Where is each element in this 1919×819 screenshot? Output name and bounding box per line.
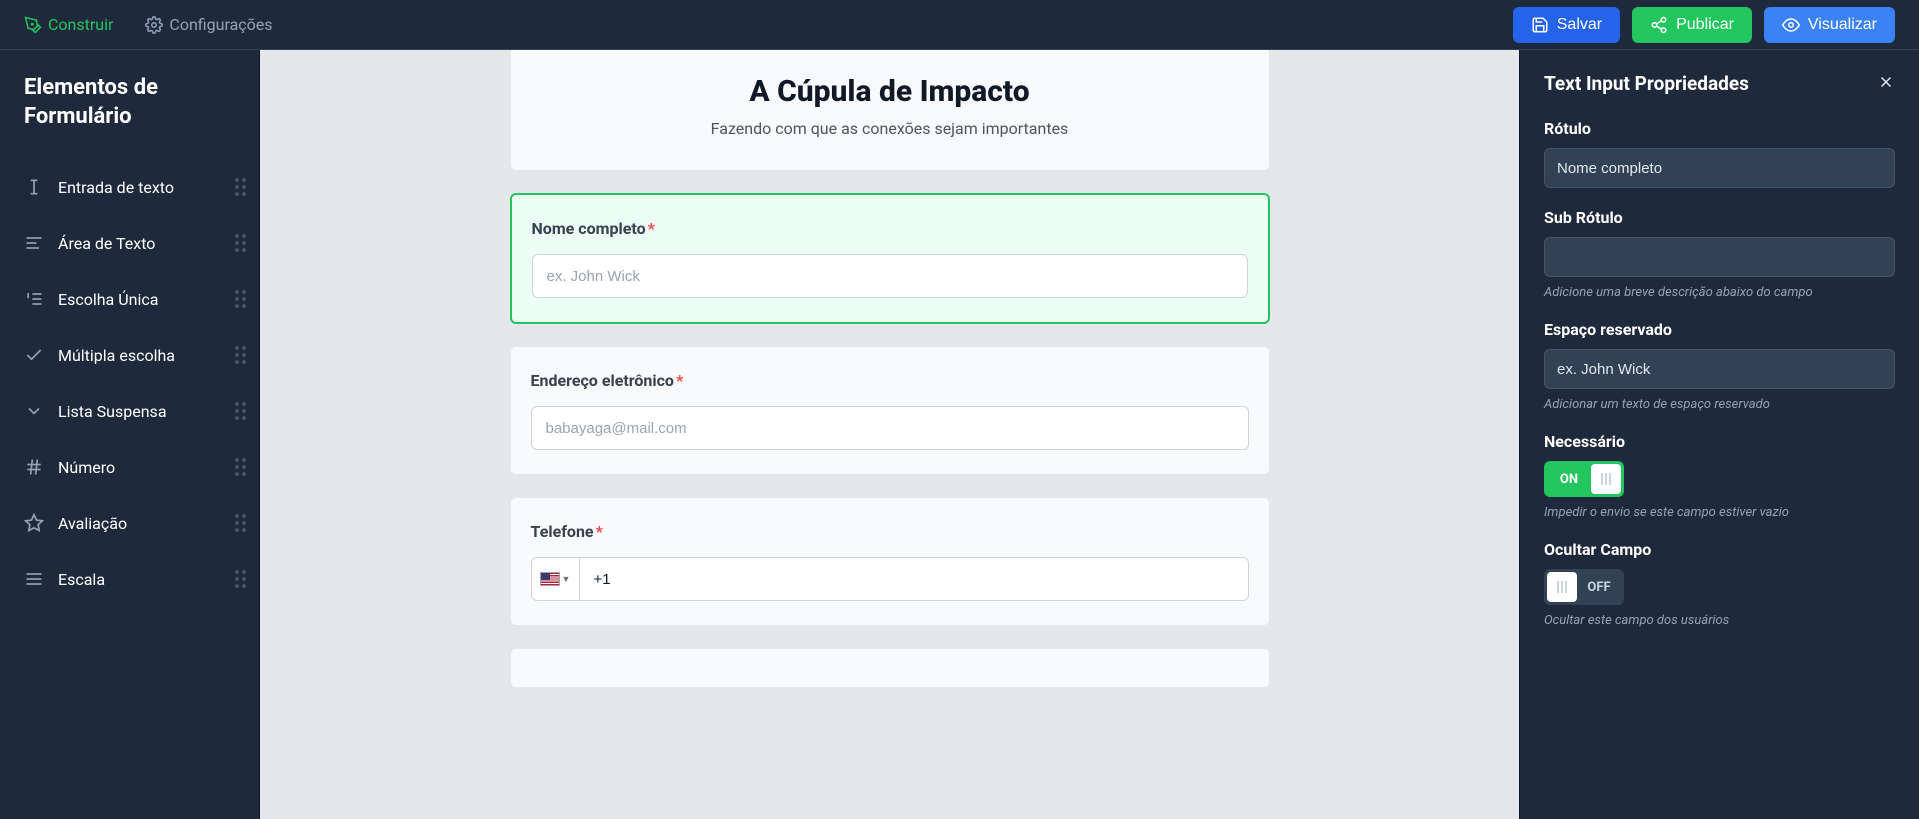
placeholder-hint: Adicionar um texto de espaço reservado	[1544, 397, 1895, 412]
name-input[interactable]	[532, 254, 1248, 298]
drag-handle-icon[interactable]	[235, 514, 249, 532]
sub-rotulo-hint: Adicione uma breve descrição abaixo do c…	[1544, 285, 1895, 300]
hide-hint: Ocultar este campo dos usuários	[1544, 613, 1895, 628]
sub-rotulo-input[interactable]	[1544, 237, 1895, 277]
phone-input[interactable]	[579, 557, 1249, 601]
topbar: Construir Configurações Salvar Publicar …	[0, 0, 1919, 50]
form-title: A Cúpula de Impacto	[531, 74, 1249, 109]
gear-icon	[145, 16, 163, 34]
required-hint: Impedir o envio se este campo estiver va…	[1544, 505, 1895, 520]
star-icon	[24, 513, 44, 533]
required-asterisk: *	[596, 522, 603, 541]
toggle-knob	[1591, 464, 1621, 494]
field-label-name: Nome completo*	[532, 219, 1248, 238]
element-single-choice[interactable]: Escolha Única	[24, 271, 259, 327]
drag-handle-icon[interactable]	[235, 402, 249, 420]
settings-tab-label: Configurações	[169, 15, 272, 34]
drag-handle-icon[interactable]	[235, 178, 249, 196]
field-card-email[interactable]: Endereço eletrônico*	[510, 346, 1270, 475]
drag-handle-icon[interactable]	[235, 234, 249, 252]
share-icon	[1650, 16, 1668, 34]
element-scale[interactable]: Escala	[24, 551, 259, 607]
close-icon	[1877, 73, 1895, 91]
element-number[interactable]: Número	[24, 439, 259, 495]
element-text-area[interactable]: Área de Texto	[24, 215, 259, 271]
pen-nib-icon	[24, 16, 42, 34]
required-asterisk: *	[676, 371, 683, 390]
field-label-text: Endereço eletrônico	[531, 371, 674, 390]
element-label: Área de Texto	[58, 234, 155, 253]
publish-button[interactable]: Publicar	[1632, 7, 1752, 43]
prop-label-sub-rotulo: Sub Rótulo	[1544, 208, 1895, 227]
drag-handle-icon[interactable]	[235, 290, 249, 308]
build-tab-label: Construir	[48, 15, 113, 34]
toggle-knob	[1547, 572, 1577, 602]
element-text-input[interactable]: Entrada de texto	[24, 159, 259, 215]
element-multiple-choice[interactable]: Múltipla escolha	[24, 327, 259, 383]
element-label: Escala	[58, 570, 105, 589]
placeholder-input[interactable]	[1544, 349, 1895, 389]
close-properties-button[interactable]	[1877, 73, 1895, 95]
eye-icon	[1782, 16, 1800, 34]
properties-title: Text Input Propriedades	[1544, 72, 1749, 95]
hash-icon	[24, 457, 44, 477]
chevron-down-icon	[24, 401, 44, 421]
field-card-phone[interactable]: Telefone* ▼	[510, 497, 1270, 626]
save-button[interactable]: Salvar	[1513, 7, 1620, 43]
list-ordered-icon	[24, 289, 44, 309]
email-input[interactable]	[531, 406, 1249, 450]
visualize-button[interactable]: Visualizar	[1764, 7, 1895, 43]
settings-tab[interactable]: Configurações	[145, 15, 272, 34]
save-icon	[1531, 16, 1549, 34]
drag-handle-icon[interactable]	[235, 570, 249, 588]
topbar-right: Salvar Publicar Visualizar	[1513, 7, 1895, 43]
chevron-down-icon: ▼	[562, 574, 571, 585]
phone-country-selector[interactable]: ▼	[531, 557, 579, 601]
drag-handle-icon[interactable]	[235, 458, 249, 476]
field-label-text: Telefone	[531, 522, 594, 541]
required-toggle[interactable]: ON	[1544, 461, 1624, 497]
align-left-icon	[24, 233, 44, 253]
prop-label-required: Necessário	[1544, 432, 1895, 451]
field-card-next[interactable]	[510, 648, 1270, 688]
prop-label-placeholder: Espaço reservado	[1544, 320, 1895, 339]
prop-label-rotulo: Rótulo	[1544, 119, 1895, 138]
toggle-on-label: ON	[1547, 472, 1591, 487]
menu-icon	[24, 569, 44, 589]
prop-label-hide: Ocultar Campo	[1544, 540, 1895, 559]
properties-panel: Text Input Propriedades Rótulo Sub Rótul…	[1519, 50, 1919, 819]
text-cursor-icon	[24, 177, 44, 197]
element-label: Avaliação	[58, 514, 127, 533]
flag-us-icon	[540, 572, 560, 586]
toggle-off-label: OFF	[1577, 580, 1621, 595]
left-panel: Elementos de Formulário Entrada de texto…	[0, 50, 260, 819]
left-panel-title: Elementos de Formulário	[24, 74, 259, 131]
check-icon	[24, 345, 44, 365]
element-label: Lista Suspensa	[58, 402, 167, 421]
field-label-text: Nome completo	[532, 219, 646, 238]
required-asterisk: *	[648, 219, 655, 238]
field-label-phone: Telefone*	[531, 522, 1249, 541]
drag-handle-icon[interactable]	[235, 346, 249, 364]
build-tab[interactable]: Construir	[24, 15, 113, 34]
canvas: A Cúpula de Impacto Fazendo com que as c…	[260, 50, 1519, 819]
field-label-email: Endereço eletrônico*	[531, 371, 1249, 390]
save-button-label: Salvar	[1557, 16, 1602, 34]
element-label: Escolha Única	[58, 290, 158, 309]
field-card-name[interactable]: Nome completo*	[510, 193, 1270, 324]
element-dropdown-list[interactable]: Lista Suspensa	[24, 383, 259, 439]
element-rating[interactable]: Avaliação	[24, 495, 259, 551]
form-header-card[interactable]: A Cúpula de Impacto Fazendo com que as c…	[510, 50, 1270, 171]
element-label: Número	[58, 458, 115, 477]
hide-toggle[interactable]: OFF	[1544, 569, 1624, 605]
element-label: Múltipla escolha	[58, 346, 175, 365]
form-subtitle: Fazendo com que as conexões sejam import…	[531, 119, 1249, 138]
publish-button-label: Publicar	[1676, 16, 1734, 34]
element-label: Entrada de texto	[58, 178, 174, 197]
rotulo-input[interactable]	[1544, 148, 1895, 188]
visualize-button-label: Visualizar	[1808, 16, 1877, 34]
topbar-left: Construir Configurações	[24, 15, 273, 34]
